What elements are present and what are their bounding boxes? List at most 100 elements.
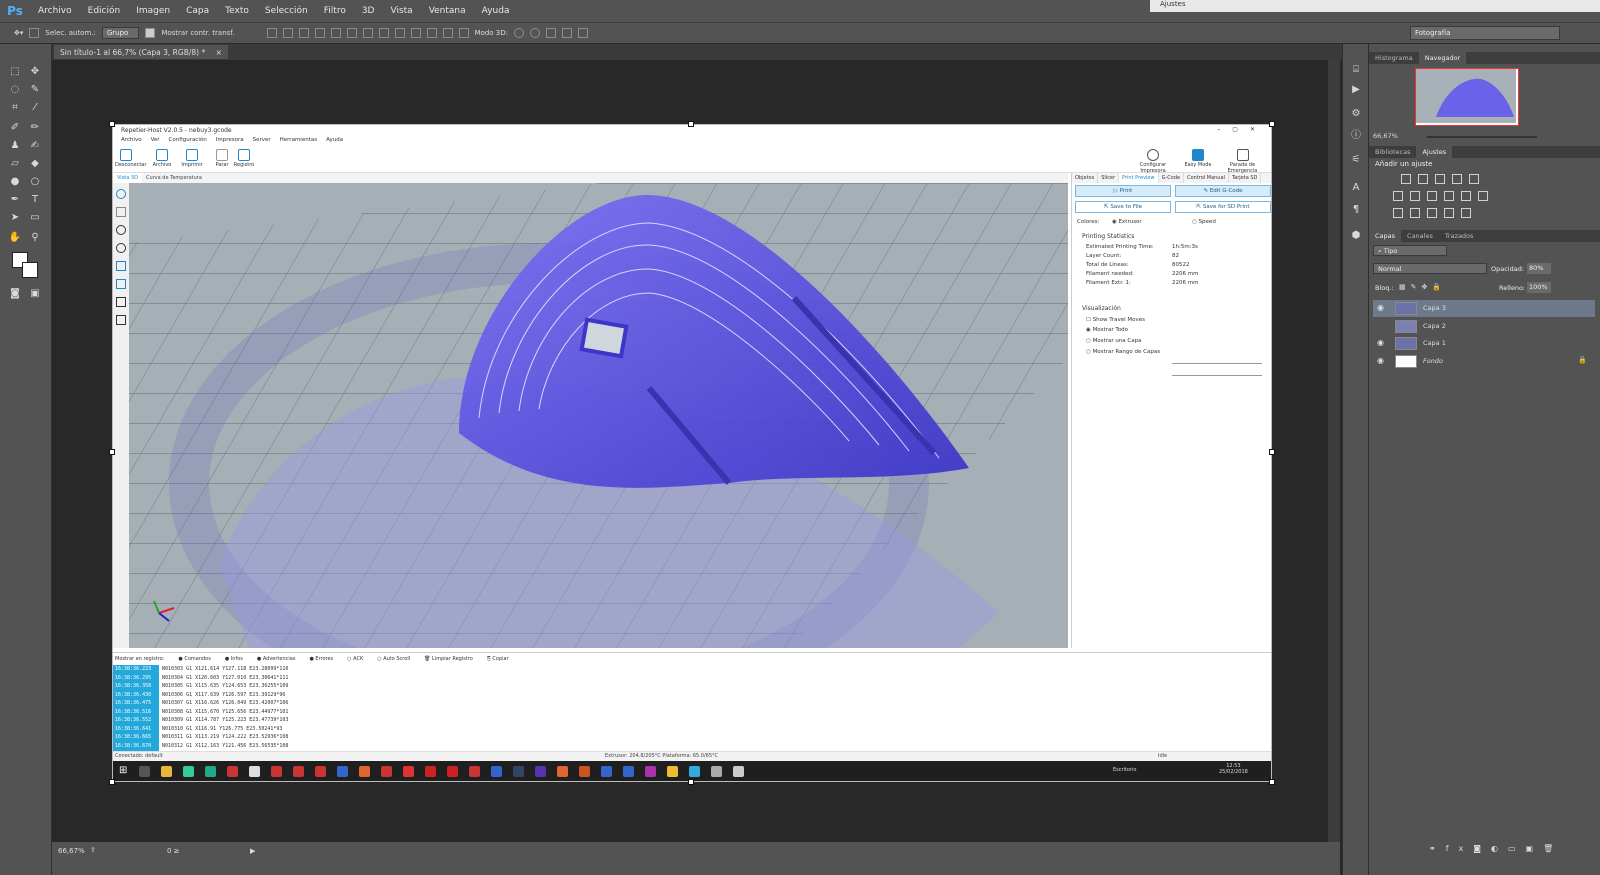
status-menu-arrow-icon[interactable]: ▶ bbox=[250, 847, 255, 855]
eraser-tool-icon[interactable]: ▱ bbox=[8, 158, 22, 170]
color-balance-icon[interactable] bbox=[1410, 191, 1420, 201]
auto-select-dropdown[interactable]: Grupo bbox=[101, 27, 140, 39]
visibility-eye-icon[interactable] bbox=[1377, 322, 1387, 330]
quick-select-tool-icon[interactable]: ✎ bbox=[28, 84, 42, 96]
transform-handle[interactable] bbox=[1269, 121, 1275, 127]
opacity-input[interactable]: 80% bbox=[1527, 263, 1551, 274]
shape-tool-icon[interactable]: ▭ bbox=[28, 212, 42, 224]
crop-tool-icon[interactable]: ⌗ bbox=[8, 102, 22, 114]
menu-vista[interactable]: Vista bbox=[382, 6, 420, 16]
layer-row[interactable]: Capa 2 bbox=[1373, 318, 1595, 335]
exposure-icon[interactable] bbox=[1452, 174, 1462, 184]
document-image[interactable]: Repetier-Host V2.0.5 - nebuy3.gcode –▢✕ … bbox=[112, 124, 1272, 782]
menu-filtro[interactable]: Filtro bbox=[316, 6, 354, 16]
screen-mode-icon[interactable]: ▣ bbox=[28, 288, 42, 300]
navigator-preview[interactable] bbox=[1415, 68, 1519, 126]
align-center-icon[interactable] bbox=[330, 28, 341, 38]
distribute-bottom-icon[interactable] bbox=[394, 28, 405, 38]
transform-handle[interactable] bbox=[688, 779, 694, 785]
blur-tool-icon[interactable]: ● bbox=[8, 176, 22, 188]
menu-3d[interactable]: 3D bbox=[354, 6, 383, 16]
canvas-scrollbar[interactable] bbox=[1328, 60, 1340, 842]
tab-capas[interactable]: Capas bbox=[1369, 230, 1402, 242]
lasso-tool-icon[interactable]: ◌ bbox=[8, 84, 22, 96]
pan-3d-icon[interactable] bbox=[545, 28, 556, 38]
info-panel-icon[interactable]: ⓘ bbox=[1349, 130, 1363, 142]
transform-handle[interactable] bbox=[1269, 779, 1275, 785]
clone-stamp-tool-icon[interactable]: ♟ bbox=[8, 140, 22, 152]
menu-ayuda[interactable]: Ayuda bbox=[474, 6, 518, 16]
move-tool-icon[interactable]: ✥ bbox=[28, 66, 42, 78]
type-tool-icon[interactable]: T bbox=[28, 194, 42, 206]
history-brush-tool-icon[interactable]: ✍ bbox=[28, 140, 42, 152]
menu-ventana[interactable]: Ventana bbox=[421, 6, 474, 16]
selective-color-icon[interactable] bbox=[1461, 208, 1471, 218]
align-bottom-icon[interactable] bbox=[298, 28, 309, 38]
eyedropper-tool-icon[interactable]: ⁄ bbox=[28, 102, 42, 114]
pen-tool-icon[interactable]: ✒ bbox=[8, 194, 22, 206]
transform-handle[interactable] bbox=[109, 779, 115, 785]
transform-handle[interactable] bbox=[688, 121, 694, 127]
transform-handle[interactable] bbox=[109, 449, 115, 455]
threshold-icon[interactable] bbox=[1427, 208, 1437, 218]
photo-filter-icon[interactable] bbox=[1444, 191, 1454, 201]
tab-navegador[interactable]: Navegador bbox=[1418, 52, 1467, 64]
3d-panel-icon[interactable]: ⬢ bbox=[1349, 230, 1363, 242]
levels-icon[interactable] bbox=[1418, 174, 1428, 184]
layer-row[interactable]: ◉ Capa 1 bbox=[1373, 335, 1595, 352]
menu-texto[interactable]: Texto bbox=[217, 6, 257, 16]
align-middle-icon[interactable] bbox=[282, 28, 293, 38]
menu-seleccion[interactable]: Selección bbox=[257, 6, 316, 16]
paragraph-panel-icon[interactable]: ¶ bbox=[1349, 204, 1363, 216]
scale-3d-icon[interactable] bbox=[577, 28, 588, 38]
document-tab[interactable]: Sin título-1 al 66,7% (Capa 3, RGB/8) * … bbox=[54, 45, 228, 59]
history-panel-icon[interactable]: ⌸ bbox=[1349, 64, 1363, 76]
hand-tool-icon[interactable]: ✋ bbox=[8, 232, 22, 244]
zoom-tool-icon[interactable]: ⚲ bbox=[28, 232, 42, 244]
distribute-top-icon[interactable] bbox=[362, 28, 373, 38]
show-transform-checkbox[interactable] bbox=[145, 28, 156, 38]
dodge-tool-icon[interactable]: ○ bbox=[28, 176, 42, 188]
menu-imagen[interactable]: Imagen bbox=[128, 6, 178, 16]
color-lookup-icon[interactable] bbox=[1478, 191, 1488, 201]
brush-settings-icon[interactable]: ⚟ bbox=[1349, 154, 1363, 166]
visibility-eye-icon[interactable]: ◉ bbox=[1377, 356, 1387, 365]
auto-select-checkbox[interactable] bbox=[29, 28, 40, 38]
layer-row[interactable]: ◉ Capa 3 bbox=[1373, 300, 1595, 317]
quick-mask-icon[interactable]: ◙ bbox=[8, 288, 22, 300]
blend-mode-dropdown[interactable]: Normal bbox=[1373, 263, 1487, 274]
distribute-middle-icon[interactable] bbox=[378, 28, 389, 38]
layer-footer-icons[interactable]: ⚭fx◙◐▭▣🗑 bbox=[1429, 844, 1563, 853]
path-select-tool-icon[interactable]: ➤ bbox=[8, 212, 22, 224]
zoom-level[interactable]: 66,67% bbox=[58, 847, 85, 855]
layer-row[interactable]: ◉ Fondo 🔒 bbox=[1373, 353, 1595, 370]
lock-icons[interactable]: ▦✎✥🔒 bbox=[1399, 283, 1446, 291]
properties-panel-icon[interactable]: ⚙ bbox=[1349, 108, 1363, 120]
navigator-zoom-slider[interactable] bbox=[1427, 136, 1537, 138]
distribute-center-icon[interactable] bbox=[426, 28, 437, 38]
align-right-icon[interactable] bbox=[346, 28, 357, 38]
roll-3d-icon[interactable] bbox=[529, 28, 540, 38]
fill-input[interactable]: 100% bbox=[1527, 282, 1551, 293]
hue-saturation-icon[interactable] bbox=[1393, 191, 1403, 201]
transform-handle[interactable] bbox=[109, 121, 115, 127]
align-top-icon[interactable] bbox=[266, 28, 277, 38]
document-tab-close-icon[interactable]: × bbox=[216, 48, 222, 57]
distribute-left-icon[interactable] bbox=[410, 28, 421, 38]
character-panel-icon[interactable]: A bbox=[1349, 182, 1363, 194]
navigator-zoom-value[interactable]: 66,67% bbox=[1373, 132, 1398, 140]
healing-brush-tool-icon[interactable]: ✐ bbox=[8, 122, 22, 134]
marquee-tool-icon[interactable]: ⬚ bbox=[8, 66, 22, 78]
visibility-eye-icon[interactable]: ◉ bbox=[1377, 304, 1387, 312]
slide-3d-icon[interactable] bbox=[561, 28, 572, 38]
align-left-icon[interactable] bbox=[314, 28, 325, 38]
brush-tool-icon[interactable]: ✏ bbox=[28, 122, 42, 134]
posterize-icon[interactable] bbox=[1410, 208, 1420, 218]
visibility-eye-icon[interactable]: ◉ bbox=[1377, 339, 1387, 347]
export-icon[interactable]: ⇪ bbox=[90, 846, 96, 854]
tab-trazados[interactable]: Trazados bbox=[1439, 230, 1480, 242]
curves-icon[interactable] bbox=[1435, 174, 1445, 184]
channel-mixer-icon[interactable] bbox=[1461, 191, 1471, 201]
layer-filter-dropdown[interactable]: ⌕ Tipo bbox=[1373, 245, 1447, 256]
move-tool-icon[interactable]: ✥▾ bbox=[14, 29, 23, 37]
